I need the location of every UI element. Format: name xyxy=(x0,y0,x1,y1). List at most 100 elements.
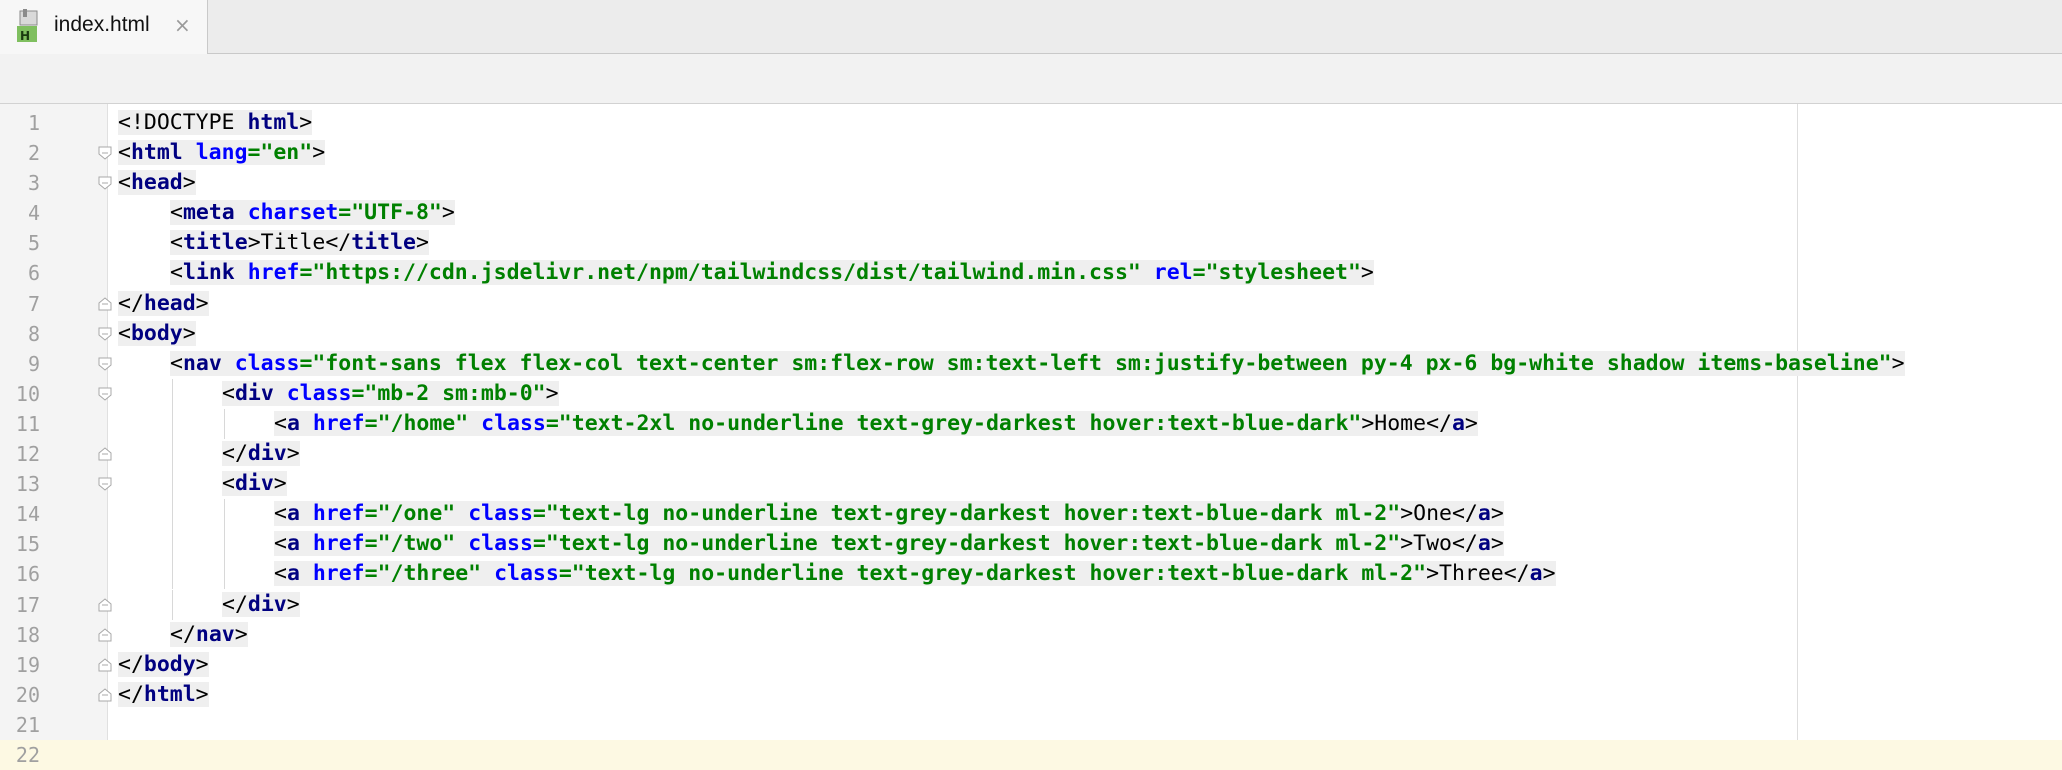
code-line[interactable]: 21 xyxy=(0,710,2062,740)
code-token: href xyxy=(312,531,365,557)
fold-close-icon[interactable] xyxy=(98,658,112,672)
code-token: a xyxy=(286,410,313,436)
indent-guide xyxy=(224,499,225,530)
line-number: 9 xyxy=(27,351,40,376)
code-token: >Title</ xyxy=(247,230,352,256)
fold-close-icon[interactable] xyxy=(98,627,112,642)
code-token: < xyxy=(274,410,287,436)
line-number: 12 xyxy=(15,442,40,467)
fold-close-icon[interactable] xyxy=(98,597,112,612)
code-token: > xyxy=(1464,410,1478,436)
code-line[interactable]: 14 <a href="/one" class="text-lg no-under… xyxy=(0,499,2062,530)
code-token: nav xyxy=(182,350,235,376)
code-text: <body> xyxy=(118,319,196,349)
code-line[interactable]: 1 <!DOCTYPE html> xyxy=(0,108,2062,138)
code-token: >Three</ xyxy=(1426,561,1530,587)
line-number: 5 xyxy=(27,231,40,256)
code-token: body xyxy=(143,651,196,677)
code-line[interactable]: 18 </nav> xyxy=(0,620,2062,650)
code-token: a xyxy=(1529,561,1543,587)
code-token: > xyxy=(415,230,429,256)
fold-close-icon[interactable] xyxy=(98,447,112,461)
code-token: > xyxy=(545,380,559,406)
code-token: body xyxy=(130,320,183,346)
line-number: 18 xyxy=(15,622,40,647)
line-number: 16 xyxy=(15,562,40,587)
code-text: <div class="mb-2 sm:mb-0"> xyxy=(222,379,559,409)
code-token: < xyxy=(118,320,131,346)
code-token: > xyxy=(195,290,209,316)
code-token: ="/two" xyxy=(364,531,469,557)
code-token: href xyxy=(312,501,365,527)
indent-guide xyxy=(172,408,173,439)
close-icon[interactable]: × xyxy=(174,12,191,38)
code-line[interactable]: 7 </head> xyxy=(0,289,2062,319)
code-text: <html lang="en"> xyxy=(118,138,326,168)
code-text: <title>Title</title> xyxy=(170,228,429,258)
code-token: ="/one" xyxy=(364,501,469,527)
code-token: </ xyxy=(118,651,144,677)
code-token: > xyxy=(234,621,248,647)
code-text: <meta charset="UTF-8"> xyxy=(170,198,455,228)
code-token: >Two</ xyxy=(1400,531,1478,557)
fold-open-icon[interactable] xyxy=(98,146,112,160)
code-line[interactable]: 20 </html> xyxy=(0,680,2062,710)
code-line[interactable]: 9 <nav class="font-sans flex flex-col tex… xyxy=(0,349,2062,379)
tab-label: index.html xyxy=(54,13,150,36)
code-token: > xyxy=(286,441,300,467)
code-line[interactable]: 11 <a href="/home" class="text-2xl no-und… xyxy=(0,408,2062,439)
fold-open-icon[interactable] xyxy=(98,387,112,401)
code-token: a xyxy=(1477,531,1491,557)
code-line[interactable]: 17 </div> xyxy=(0,589,2062,620)
code-token: > xyxy=(286,591,300,617)
fold-open-icon[interactable] xyxy=(98,327,112,341)
code-line[interactable]: 16 <a href="/three" class="text-lg no-und… xyxy=(0,559,2062,590)
code-token: div xyxy=(234,380,287,406)
code-token: < xyxy=(170,200,183,226)
code-token: html xyxy=(247,110,300,135)
indent-guide xyxy=(224,529,225,560)
line-number: 6 xyxy=(27,261,40,286)
code-token: head xyxy=(143,290,196,316)
code-line[interactable]: 8 <body> xyxy=(0,319,2062,349)
code-line[interactable]: 4 <meta charset="UTF-8"> xyxy=(0,198,2062,228)
code-token: >Home</ xyxy=(1361,410,1452,436)
code-line[interactable]: 5 <title>Title</title> xyxy=(0,228,2062,258)
code-token: > xyxy=(441,200,455,226)
code-token: ="text-lg no-underline text-grey-darkest… xyxy=(532,501,1401,527)
code-token: a xyxy=(286,531,313,557)
code-line[interactable]: 13 <div> xyxy=(0,469,2062,500)
code-line[interactable]: 22 xyxy=(0,739,2062,770)
code-line[interactable]: 19 </body> xyxy=(0,650,2062,680)
code-editor[interactable]: 1 <!DOCTYPE html> 2 <html lang="en"> 3 <head>… xyxy=(0,104,2062,770)
code-line[interactable]: 2 <html lang="en"> xyxy=(0,138,2062,168)
code-token: > xyxy=(1490,501,1504,527)
fold-open-icon[interactable] xyxy=(98,176,112,190)
line-number: 3 xyxy=(27,171,40,196)
fold-close-icon[interactable] xyxy=(98,688,112,702)
code-text: <a href="/two" class="text-lg no-underli… xyxy=(274,529,1504,559)
code-token: href xyxy=(312,561,365,587)
code-line[interactable]: 12 </div> xyxy=(0,439,2062,470)
code-line[interactable]: 3 <head> xyxy=(0,168,2062,198)
code-line[interactable]: 10 <div class="mb-2 sm:mb-0"> xyxy=(0,378,2062,409)
code-text: </div> xyxy=(222,439,300,469)
code-text: <a href="/home" class="text-2xl no-under… xyxy=(274,409,1478,439)
code-token: > xyxy=(312,140,326,166)
code-token: class xyxy=(468,501,533,527)
fold-close-icon[interactable] xyxy=(98,296,112,311)
editor-breadcrumb-bar xyxy=(0,54,2062,104)
editor-tab-bar: H index.html × xyxy=(0,0,2062,54)
code-token: < xyxy=(170,230,183,256)
code-line[interactable]: 15 <a href="/two" class="text-lg no-under… xyxy=(0,529,2062,560)
tab-index-html[interactable]: H index.html × xyxy=(0,0,208,54)
code-line[interactable]: 6 <link href="https://cdn.jsdelivr.net/np… xyxy=(0,258,2062,288)
code-text: <nav class="font-sans flex flex-col text… xyxy=(170,349,1905,379)
code-token: charset xyxy=(247,200,339,226)
code-token: ="https://cdn.jsdelivr.net/npm/tailwindc… xyxy=(299,260,1154,286)
line-number: 7 xyxy=(27,291,40,316)
code-token: ="/three" xyxy=(364,561,495,587)
code-token: html xyxy=(143,681,196,707)
fold-open-icon[interactable] xyxy=(98,477,112,491)
fold-open-icon[interactable] xyxy=(98,357,112,371)
